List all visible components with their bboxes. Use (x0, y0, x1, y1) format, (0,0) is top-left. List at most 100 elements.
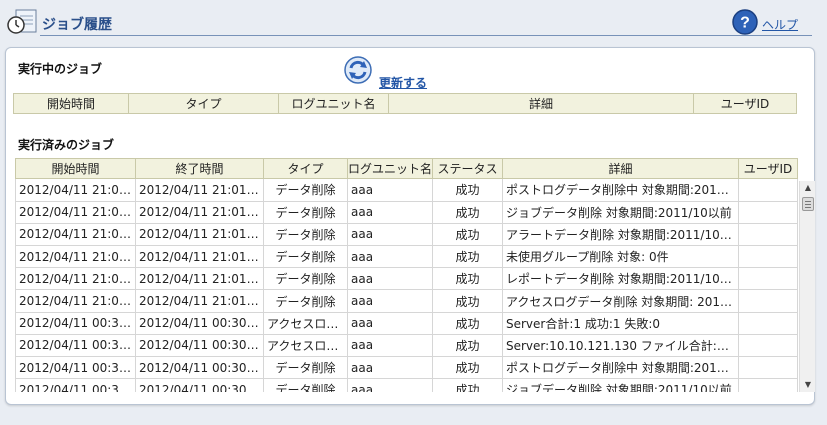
status-cell: 成功 (432, 245, 503, 269)
user-id-cell (738, 245, 798, 269)
help-link[interactable]: ヘルプ (762, 16, 798, 33)
status-cell: 成功 (432, 289, 503, 313)
log-unit-cell: aaa (347, 267, 433, 291)
table-row[interactable]: 2012/04/11 21:01:32 2012/04/11 21:01:32 デー… (15, 267, 798, 291)
table-row[interactable]: 2012/04/11 00:30:00 2012/04/11 00:30:00 デー… (15, 356, 798, 380)
details-cell: アラートデータ削除 対象期間:2011/10以前 (502, 223, 739, 247)
job-history-panel: 実行中のジョブ 更新する 開始時間 タイプ ログユニット名 詳細 ユーザID 実… (5, 47, 815, 405)
end-time-cell: 2012/04/11 00:30:00 (135, 334, 264, 358)
log-unit-cell: aaa (347, 289, 433, 313)
user-id-cell (738, 334, 798, 358)
log-unit-cell: aaa (347, 201, 433, 224)
end-time-cell: 2012/04/11 00:30:00 (135, 312, 264, 335)
end-time-cell: 2012/04/11 21:01:32 (135, 223, 264, 247)
page-header: ジョブ履歴 ? ヘルプ (0, 0, 827, 38)
type-cell: データ削除 (263, 245, 348, 269)
column-header-details[interactable]: 詳細 (502, 158, 739, 179)
status-cell: 成功 (432, 356, 503, 380)
type-cell: データ削除 (263, 289, 348, 313)
column-header-type[interactable]: タイプ (128, 93, 279, 114)
table-row[interactable]: 2012/04/11 21:01:32 2012/04/11 21:01:32 デー… (15, 223, 798, 247)
end-time-cell: 2012/04/11 21:01:32 (135, 179, 264, 202)
table-row[interactable]: 2012/04/11 00:30:00 2012/04/11 00:30:00 アク… (15, 312, 798, 335)
completed-jobs-header: 開始時間 終了時間 タイプ ログユニット名 ステータス 詳細 ユーザID (15, 158, 798, 179)
end-time-cell: 2012/04/11 21:01:32 (135, 267, 264, 291)
start-time-cell: 2012/04/11 21:01:32 (15, 267, 136, 291)
running-jobs-table: 開始時間 タイプ ログユニット名 詳細 ユーザID (13, 93, 797, 114)
type-cell: データ削除 (263, 201, 348, 224)
job-history-icon (7, 9, 37, 34)
completed-jobs-table: 2012/04/11 21:01:32 2012/04/11 21:01:32 デー… (15, 179, 798, 392)
details-cell: ジョブデータ削除 対象期間:2011/10以前 (502, 378, 739, 392)
type-cell: アクセスログ... (263, 334, 348, 358)
log-unit-cell: aaa (347, 356, 433, 380)
scroll-down-arrow-icon[interactable]: ▼ (800, 378, 816, 392)
column-header-start-time[interactable]: 開始時間 (15, 158, 136, 179)
end-time-cell: 2012/04/11 00:30:00 (135, 378, 264, 392)
page-title: ジョブ履歴 (42, 17, 112, 33)
svg-text:?: ? (740, 15, 750, 32)
completed-jobs-title: 実行済みのジョブ (18, 138, 115, 152)
column-header-log-unit[interactable]: ログユニット名 (347, 158, 433, 179)
start-time-cell: 2012/04/11 00:30:00 (15, 356, 136, 380)
user-id-cell (738, 356, 798, 380)
completed-table-header: 開始時間 終了時間 タイプ ログユニット名 ステータス 詳細 ユーザID (15, 158, 798, 179)
start-time-cell: 2012/04/11 00:30:00 (15, 378, 136, 392)
table-row[interactable]: 2012/04/11 00:30:00 2012/04/11 00:30:00 アク… (15, 334, 798, 358)
details-cell: ポストログデータ削除中 対象期間:2011/10... (502, 179, 739, 202)
column-header-details[interactable]: 詳細 (388, 93, 694, 114)
start-time-cell: 2012/04/11 21:01:32 (15, 179, 136, 202)
start-time-cell: 2012/04/11 00:30:00 (15, 312, 136, 335)
log-unit-cell: aaa (347, 378, 433, 392)
type-cell: データ削除 (263, 356, 348, 380)
refresh-icon[interactable] (343, 55, 373, 85)
status-cell: 成功 (432, 223, 503, 247)
scroll-up-arrow-icon[interactable]: ▲ (800, 181, 816, 195)
title-divider (40, 35, 812, 36)
column-header-log-unit[interactable]: ログユニット名 (278, 93, 389, 114)
status-cell: 成功 (432, 378, 503, 392)
end-time-cell: 2012/04/11 21:01:32 (135, 289, 264, 313)
running-jobs-title: 実行中のジョブ (18, 62, 103, 76)
table-row[interactable]: 2012/04/11 21:01:32 2012/04/11 21:01:32 デー… (15, 201, 798, 224)
user-id-cell (738, 201, 798, 224)
user-id-cell (738, 267, 798, 291)
completed-jobs-scrollbar[interactable]: ▲ ▼ (799, 181, 815, 392)
user-id-cell (738, 312, 798, 335)
column-header-end-time[interactable]: 終了時間 (135, 158, 264, 179)
table-row[interactable]: 2012/04/11 21:01:31 2012/04/11 21:01:32 デー… (15, 289, 798, 313)
type-cell: データ削除 (263, 179, 348, 202)
status-cell: 成功 (432, 179, 503, 202)
column-header-start-time[interactable]: 開始時間 (13, 93, 129, 114)
user-id-cell (738, 223, 798, 247)
type-cell: データ削除 (263, 223, 348, 247)
details-cell: 未使用グループ削除 対象: 0件 (502, 245, 739, 269)
refresh-link[interactable]: 更新する (379, 74, 427, 91)
status-cell: 成功 (432, 201, 503, 224)
log-unit-cell: aaa (347, 312, 433, 335)
end-time-cell: 2012/04/11 21:01:32 (135, 201, 264, 224)
start-time-cell: 2012/04/11 21:01:32 (15, 245, 136, 269)
help-icon[interactable]: ? (731, 8, 759, 36)
type-cell: アクセスログ... (263, 312, 348, 335)
column-header-type[interactable]: タイプ (263, 158, 348, 179)
table-row[interactable]: 2012/04/11 21:01:32 2012/04/11 21:01:32 デー… (15, 179, 798, 202)
completed-jobs-scroll-area[interactable]: 2012/04/11 21:01:32 2012/04/11 21:01:32 デー… (15, 179, 815, 392)
type-cell: データ削除 (263, 267, 348, 291)
details-cell: ポストログデータ削除中 対象期間:2011/10... (502, 356, 739, 380)
scroll-thumb[interactable] (802, 197, 814, 211)
end-time-cell: 2012/04/11 21:01:32 (135, 245, 264, 269)
table-row[interactable]: 2012/04/11 21:01:32 2012/04/11 21:01:32 デー… (15, 245, 798, 269)
details-cell: Server合計:1 成功:1 失敗:0 (502, 312, 739, 335)
status-cell: 成功 (432, 334, 503, 358)
column-header-status[interactable]: ステータス (432, 158, 503, 179)
status-cell: 成功 (432, 267, 503, 291)
column-header-user-id[interactable]: ユーザID (693, 93, 797, 114)
end-time-cell: 2012/04/11 00:30:00 (135, 356, 264, 380)
column-header-user-id[interactable]: ユーザID (738, 158, 798, 179)
table-row[interactable]: 2012/04/11 00:30:00 2012/04/11 00:30:00 デー… (15, 378, 798, 392)
details-cell: ジョブデータ削除 対象期間:2011/10以前 (502, 201, 739, 224)
user-id-cell (738, 378, 798, 392)
user-id-cell (738, 289, 798, 313)
details-cell: Server:10.10.121.130 ファイル合計:0 成... (502, 334, 739, 358)
